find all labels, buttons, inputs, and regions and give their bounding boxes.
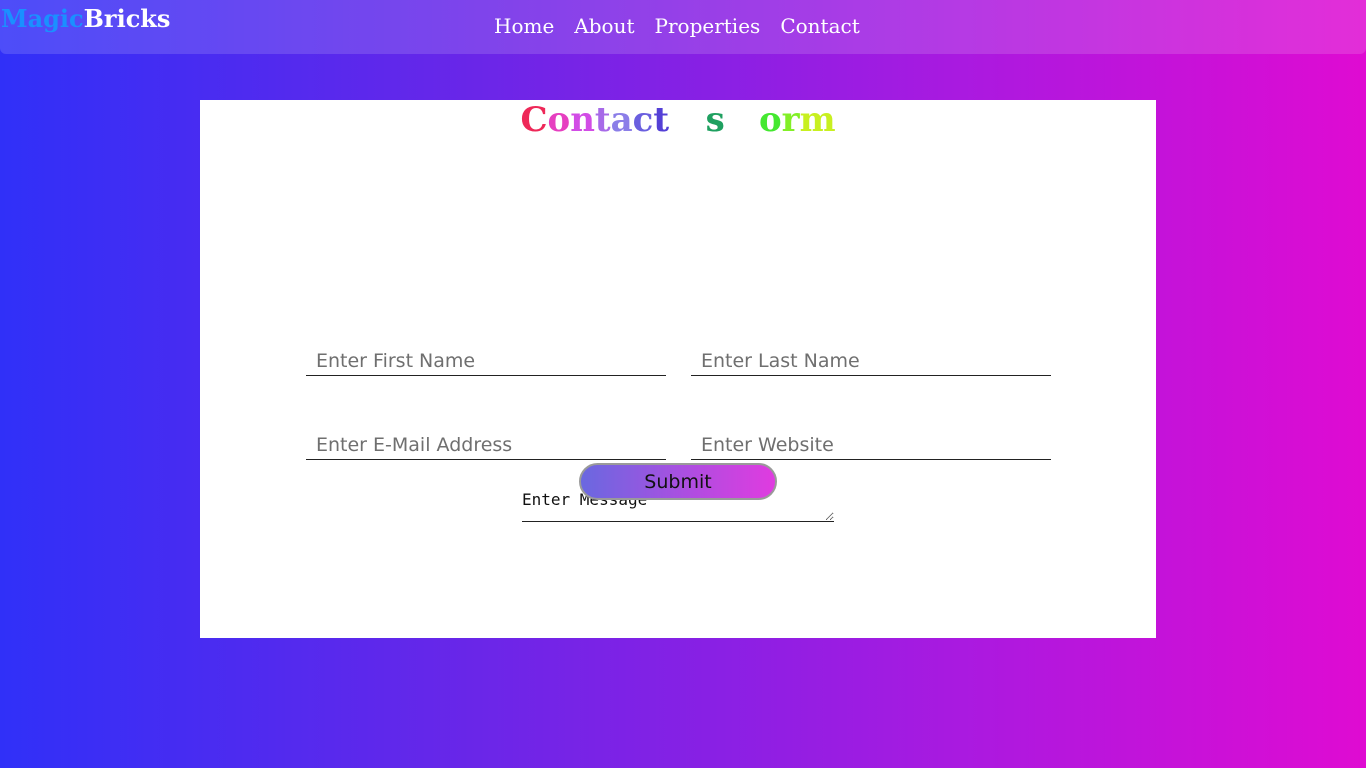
- brand-logo-part2: Bricks: [83, 4, 171, 33]
- email-input[interactable]: [306, 430, 666, 460]
- last-name-input[interactable]: [691, 346, 1051, 376]
- form-title: Contact us Form: [520, 100, 836, 140]
- brand-logo-part1: Magic: [1, 4, 84, 33]
- website-input[interactable]: [691, 430, 1051, 460]
- nav-item-properties[interactable]: Properties: [645, 10, 771, 42]
- nav-links: Home About Properties Contact: [484, 10, 870, 42]
- navbar: MagicBricks Home About Properties Contac…: [0, 0, 1366, 54]
- nav-item-contact[interactable]: Contact: [770, 10, 869, 42]
- contact-form-card: Contact us Form Submit: [200, 100, 1156, 638]
- brand-logo[interactable]: MagicBricks: [1, 2, 170, 36]
- submit-button[interactable]: Submit: [579, 463, 777, 500]
- nav-item-home[interactable]: Home: [484, 10, 564, 42]
- first-name-input[interactable]: [306, 346, 666, 376]
- nav-item-about[interactable]: About: [564, 10, 644, 42]
